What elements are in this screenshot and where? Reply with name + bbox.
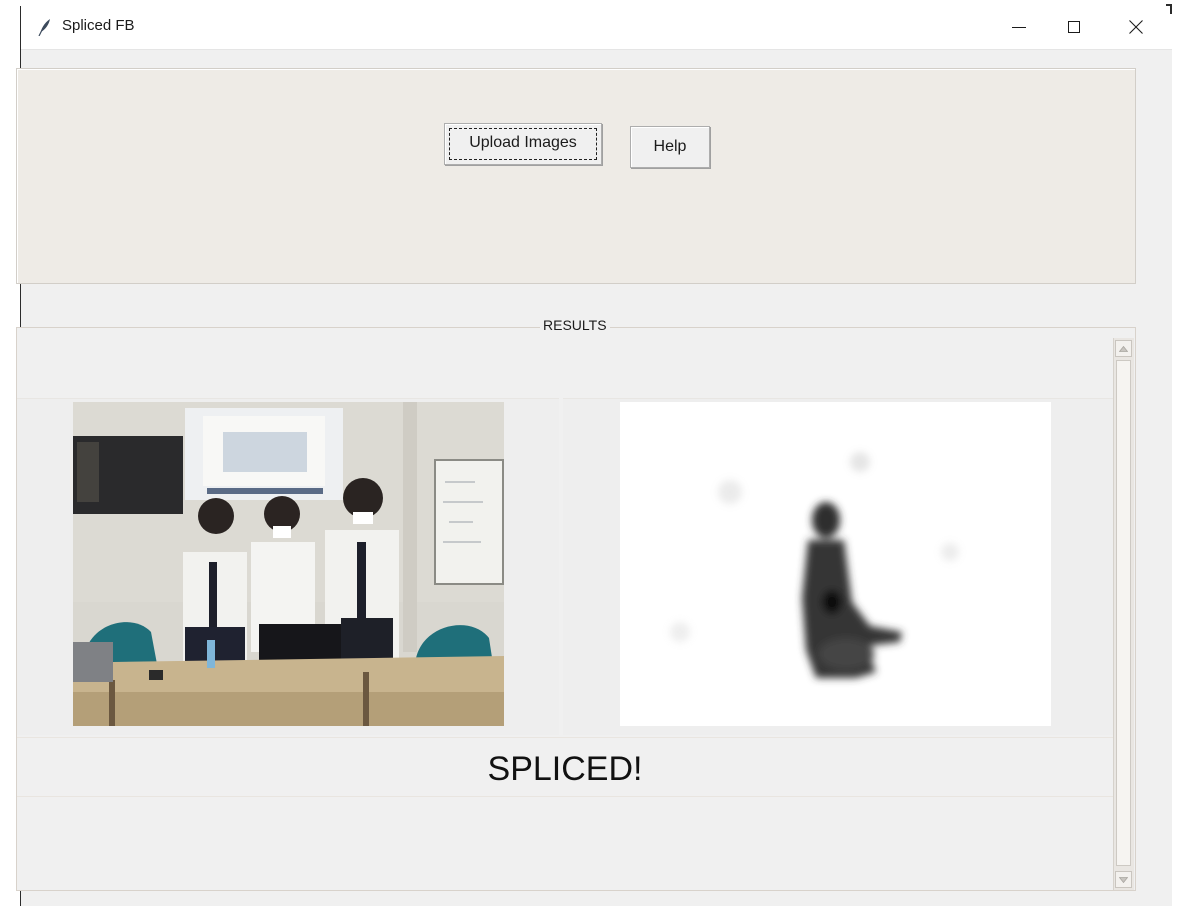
title-bar[interactable]: Spliced FB [21,6,1172,50]
result-band: SPLICED! [17,737,1113,797]
results-scrollbar[interactable] [1113,338,1134,890]
scroll-up-button[interactable] [1115,340,1132,357]
maximize-icon [1068,21,1080,33]
help-label: Help [653,138,687,155]
help-button[interactable]: Help [630,126,710,168]
results-section-label: RESULTS [540,317,610,333]
minimize-icon [1012,27,1026,28]
maximize-button[interactable] [1051,6,1097,49]
splice-mask-image [620,402,1051,726]
window-corner [1166,4,1172,14]
scroll-thumb[interactable] [1116,360,1131,866]
feather-icon [38,19,50,36]
window-title: Spliced FB [62,17,135,34]
verdict-text: SPLICED! [487,750,643,788]
upload-images-button[interactable]: Upload Images [444,123,602,165]
close-button[interactable] [1113,6,1159,49]
minimize-button[interactable] [996,6,1042,49]
uploaded-photo [73,402,504,726]
triangle-down-icon [1119,877,1128,883]
triangle-up-icon [1119,346,1128,352]
controls-frame: Upload Images Help [16,68,1136,284]
close-icon [1129,20,1143,34]
upload-images-label: Upload Images [469,134,577,151]
scroll-down-button[interactable] [1115,871,1132,888]
